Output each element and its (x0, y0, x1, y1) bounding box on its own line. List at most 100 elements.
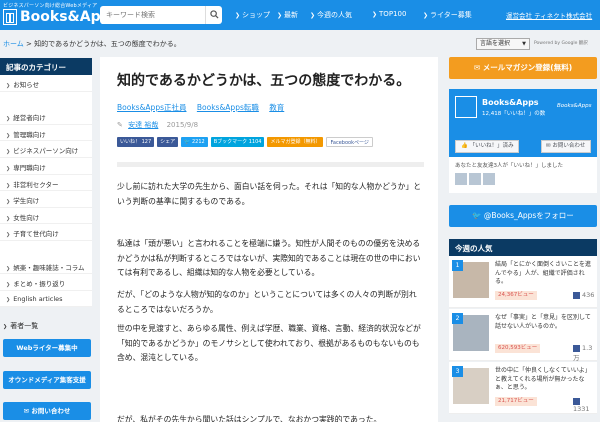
breadcrumb: ホーム > 知的であるかどうかは、五つの態度でわかる。 (3, 39, 181, 49)
arrow-right-icon: ❯ (423, 12, 429, 19)
category-item[interactable]: ❯ 管理職向け (0, 125, 92, 142)
twitter-icon: 🐦 (184, 139, 192, 145)
category-item[interactable]: ❯ 非営利セクター (0, 175, 92, 192)
category-item[interactable]: ❯ 学生向け (0, 191, 92, 208)
owned-media-button[interactable]: オウンドメディア集客支援 (3, 371, 91, 389)
writer-recruit-button[interactable]: Webライター募集中 (3, 339, 91, 357)
fb-page-name[interactable]: Books&Apps (482, 98, 539, 107)
popular-title[interactable]: 結局「とにかく面倒くさいことを進んでやる」人が、組織で評価される。 (495, 261, 591, 287)
arrow-right-icon: ❯ (3, 324, 8, 330)
arrow-right-icon: ❯ (6, 149, 11, 156)
divider (117, 162, 424, 167)
article: 知的であるかどうかは、五つの態度でわかる。 Books&Apps正社員 Book… (100, 57, 438, 422)
rank-badge: 2 (452, 313, 463, 324)
arrow-right-icon: ❯ (6, 265, 11, 272)
arrow-right-icon: ❯ (6, 215, 11, 222)
search-box (100, 6, 205, 24)
mailmag-signup-button[interactable]: ✉ メールマガジン登録(無料) (449, 57, 597, 79)
fb-cover-brand: Books&Apps (557, 103, 592, 109)
contact-button[interactable]: ✉ お問い合わせ (3, 402, 91, 420)
google-translate-credit: Powered by Google 翻訳 (534, 41, 588, 46)
arrow-right-icon: ❯ (6, 132, 11, 139)
category-list: ❯ お知らせ ❯ 経営者向け ❯ 管理職向け ❯ ビジネスパーソン向け ❯ 専門職向け ❯… (0, 75, 92, 308)
category-item[interactable]: ❯ 女性向け (0, 208, 92, 225)
category-spacer (0, 241, 92, 258)
friend-avatars (455, 173, 591, 185)
category-item[interactable]: ❯ English articles (0, 291, 92, 308)
twitter-follow-button[interactable]: 🐦 @Books_Appsをフォロー (449, 205, 597, 227)
fb-count: 436 (573, 291, 594, 299)
company-link[interactable]: 運営会社 ティネクト株式会社 (506, 10, 592, 20)
popular-item[interactable]: 3 世の中に「仲良くしなくていいよ」と教えてくれる場所が無かったなぁ、と思う。 … (449, 362, 597, 414)
facebook-share-button[interactable]: シェア (157, 137, 179, 147)
search-icon (210, 10, 219, 19)
popular-item[interactable]: 2 なぜ「事実」と「意見」を区別して話せない人がいるのか。 620,593ビュー… (449, 309, 597, 362)
article-title: 知的であるかどうかは、五つの態度でわかる。 (117, 73, 411, 89)
category-item[interactable]: ❯ 経営者向け (0, 108, 92, 125)
categories-heading: 記事のカテゴリー (0, 58, 92, 75)
article-paragraph: 少し前に訪れた大学の先生から、面白い話を伺った。それは「知的な人物かどうか」とい… (117, 182, 422, 206)
nav-latest[interactable]: ❯ 最新 (277, 10, 298, 20)
category-item[interactable]: ❯ お知らせ (0, 75, 92, 92)
avatar[interactable] (469, 173, 481, 185)
breadcrumb-home[interactable]: ホーム (3, 40, 24, 48)
fb-like-count: 12,418「いいね！」の数 (482, 111, 546, 117)
facebook-icon (573, 344, 580, 352)
hatena-bookmark-button[interactable]: Bブックマーク 1104 (210, 137, 265, 147)
category-item[interactable]: ❯ まとめ・振り返り (0, 274, 92, 291)
site-header: ビジネスパーソン向け総合Webメディア Books&Apps ❯ショップ ❯最新… (0, 0, 600, 30)
arrow-right-icon: ❯ (6, 282, 11, 289)
fb-friends-text: あなたと友友達3人が「いいね！」しました (455, 163, 564, 169)
publish-date: 2015/9/8 (166, 121, 199, 129)
popular-title[interactable]: なぜ「事実」と「意見」を区別して話せない人がいるのか。 (495, 314, 591, 331)
popular-item[interactable]: 1 結局「とにかく面倒くさいことを進んでやる」人が、組織で評価される。 24,3… (449, 256, 597, 308)
tweet-button[interactable]: 🐦 2212 (181, 137, 208, 147)
page-logo-icon (455, 96, 477, 118)
language-select[interactable]: 言語を選択 ▼ (476, 38, 530, 50)
nav-shop[interactable]: ❯ ショップ (235, 10, 270, 20)
nav-writer-recruit[interactable]: ❯ ライター募集 (423, 10, 472, 20)
arrow-right-icon: ❯ (6, 296, 11, 303)
nav-weekly-popular[interactable]: ❯ 今週の人気 (310, 10, 352, 20)
article-paragraph: だが、「どのような人物が知的なのか」ということについては多くの人々の判断が別れる… (117, 290, 417, 314)
arrow-right-icon: ❯ (6, 232, 11, 239)
avatar[interactable] (455, 173, 467, 185)
fb-count: 1.3万 (573, 344, 593, 362)
avatar[interactable] (483, 173, 495, 185)
rank-badge: 3 (452, 366, 463, 377)
arrow-right-icon: ❯ (6, 199, 11, 206)
share-buttons: いいね！ 127 シェア 🐦 2212 Bブックマーク 1104 メルマガ登録（… (117, 137, 373, 147)
article-paragraph: だが、私がその先生から聞いた話はシンプルで、なおかつ実践的であった。 (117, 415, 382, 422)
mail-icon: ✉ (473, 63, 483, 72)
authors-link[interactable]: ❯ 著者一覧 (3, 321, 38, 331)
fb-count: 1331 (573, 397, 597, 413)
rank-badge: 1 (452, 260, 463, 271)
arrow-right-icon: ❯ (310, 12, 316, 19)
search-button[interactable] (205, 6, 222, 24)
tag-link[interactable]: Books&Apps転職 (197, 103, 259, 112)
popular-title[interactable]: 世の中に「仲良くしなくていいよ」と教えてくれる場所が無かったなぁ、と思う。 (495, 367, 591, 393)
site-tagline: ビジネスパーソン向け総合Webメディア (3, 3, 98, 9)
fb-contact-button[interactable]: ✉ お問い合わせ (541, 140, 591, 153)
chevron-down-icon: ▼ (522, 41, 526, 47)
tag-link[interactable]: 教育 (269, 103, 284, 112)
facebook-page-button[interactable]: Facebookページ (326, 137, 373, 147)
category-item[interactable]: ❯ ビジネスパーソン向け (0, 141, 92, 158)
arrow-right-icon: ❯ (372, 11, 378, 18)
mailmag-button[interactable]: メルマガ登録（無料） (267, 137, 324, 147)
category-item[interactable]: ❯ 娯楽・趣味雑誌・コラム (0, 258, 92, 275)
pencil-icon: ✎ (117, 121, 123, 129)
nav-top100[interactable]: ❯ TOP100 (372, 10, 406, 18)
author-link[interactable]: 安達 裕哉 (128, 121, 158, 129)
facebook-icon (573, 291, 580, 299)
logo-icon (3, 9, 17, 25)
popular-heading: 今週の人気 (449, 239, 597, 256)
tag-link[interactable]: Books&Apps正社員 (117, 103, 186, 112)
search-input[interactable] (100, 6, 205, 24)
facebook-like-button[interactable]: いいね！ 127 (117, 137, 155, 147)
facebook-icon (573, 397, 580, 405)
fb-liked-button[interactable]: 👍 「いいね！」済み (455, 140, 519, 153)
category-item[interactable]: ❯ 専門職向け (0, 158, 92, 175)
category-item[interactable]: ❯ 子育て世代向け (0, 224, 92, 241)
breadcrumb-separator: > (26, 40, 32, 48)
